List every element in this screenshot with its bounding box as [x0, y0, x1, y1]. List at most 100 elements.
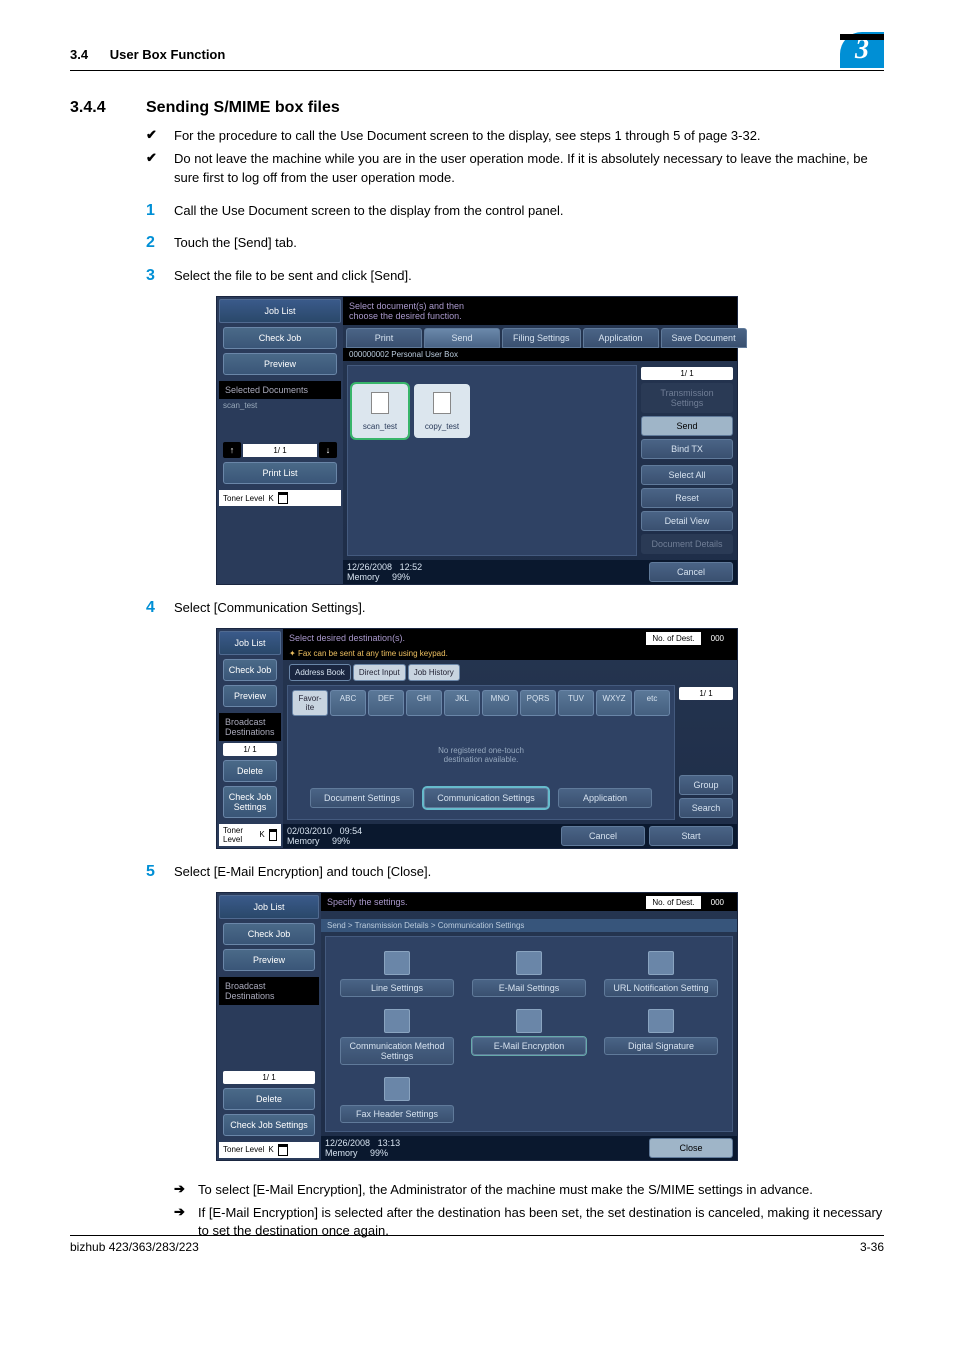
email-encryption-icon: [516, 1009, 542, 1033]
file-thumb-scan-test[interactable]: scan_test: [352, 384, 408, 438]
url-notification-button[interactable]: URL Notification Setting: [604, 979, 718, 997]
digital-signature-icon: [648, 1009, 674, 1033]
email-settings-button[interactable]: E-Mail Settings: [472, 979, 586, 997]
delete-button[interactable]: Delete: [223, 760, 277, 782]
page-indicator: 1/ 1: [641, 367, 733, 380]
check-job-settings-button[interactable]: Check Job Settings: [223, 786, 277, 818]
brand-accent: [840, 34, 884, 40]
key-etc[interactable]: etc: [634, 690, 670, 716]
check-job-button[interactable]: Check Job: [223, 327, 337, 349]
step-number: 5: [146, 863, 174, 882]
key-pqrs[interactable]: PQRS: [520, 690, 556, 716]
key-abc[interactable]: ABC: [330, 690, 366, 716]
start-button[interactable]: Start: [649, 826, 733, 846]
fax-header-button[interactable]: Fax Header Settings: [340, 1105, 454, 1123]
check-job-button[interactable]: Check Job: [223, 659, 277, 681]
bullet-text: Do not leave the machine while you are i…: [174, 150, 884, 188]
tab-save-document[interactable]: Save Document: [661, 328, 747, 348]
key-wxyz[interactable]: WXYZ: [596, 690, 632, 716]
footer-page: 3-36: [860, 1240, 884, 1254]
key-ghi[interactable]: GHI: [406, 690, 442, 716]
step-2: 2 Touch the [Send] tab.: [146, 234, 884, 253]
tab-filing-settings[interactable]: Filing Settings: [502, 328, 581, 348]
page-indicator: 1/ 1: [679, 687, 733, 700]
toner-bar-icon: [269, 829, 277, 841]
screenshot-communication-settings: Job List Check Job Preview Broadcast Des…: [216, 892, 738, 1161]
delete-button[interactable]: Delete: [223, 1088, 315, 1110]
cancel-button[interactable]: Cancel: [649, 562, 733, 582]
key-jkl[interactable]: JKL: [444, 690, 480, 716]
chip-label: No. of Dest.: [646, 896, 700, 909]
thumb-label: scan_test: [363, 422, 397, 431]
file-thumb-copy-test[interactable]: copy_test: [414, 384, 470, 438]
close-button[interactable]: Close: [649, 1138, 733, 1158]
toner-label: Toner Level: [223, 826, 255, 844]
preview-button[interactable]: Preview: [223, 949, 315, 971]
selected-documents-label: Selected Documents: [219, 381, 341, 399]
status-date: 12/26/2008: [325, 1138, 370, 1148]
screenshot-use-document: Job List Check Job Preview Selected Docu…: [216, 296, 738, 585]
toner-k-label: K: [259, 830, 264, 839]
bullet-item: ✔ Do not leave the machine while you are…: [146, 150, 884, 188]
nav-up-icon[interactable]: ↑: [223, 442, 241, 458]
step-text: Select [E-Mail Encryption] and touch [Cl…: [174, 863, 431, 882]
detail-view-button[interactable]: Detail View: [641, 511, 733, 531]
select-all-button[interactable]: Select All: [641, 465, 733, 485]
status-memory-label: Memory: [325, 1148, 358, 1158]
preview-button[interactable]: Preview: [223, 353, 337, 375]
page-icon: [433, 392, 451, 414]
cancel-button[interactable]: Cancel: [561, 826, 645, 846]
check-job-button[interactable]: Check Job: [223, 923, 315, 945]
job-list-button[interactable]: Job List: [219, 299, 341, 323]
key-tuv[interactable]: TUV: [558, 690, 594, 716]
tab-send[interactable]: Send: [424, 328, 500, 348]
check-job-settings-button[interactable]: Check Job Settings: [223, 1114, 315, 1136]
tab-direct-input[interactable]: Direct Input: [353, 664, 406, 681]
document-details-button[interactable]: Document Details: [641, 534, 733, 554]
step-1: 1 Call the Use Document screen to the di…: [146, 202, 884, 221]
comm-method-button[interactable]: Communication Method Settings: [340, 1037, 454, 1065]
preview-button[interactable]: Preview: [223, 685, 277, 707]
application-button[interactable]: Application: [558, 788, 652, 808]
nav-down-icon[interactable]: ↓: [319, 442, 337, 458]
tab-address-book[interactable]: Address Book: [289, 664, 351, 681]
key-mno[interactable]: MNO: [482, 690, 518, 716]
search-button[interactable]: Search: [679, 798, 733, 818]
digital-signature-button[interactable]: Digital Signature: [604, 1037, 718, 1055]
job-list-button[interactable]: Job List: [219, 631, 281, 655]
reset-button[interactable]: Reset: [641, 488, 733, 508]
section-num: 3.4.4: [70, 99, 146, 117]
section-heading: 3.4.4 Sending S/MIME box files: [70, 99, 884, 117]
header-section-num: 3.4: [70, 47, 88, 62]
step-text: Call the Use Document screen to the disp…: [174, 202, 563, 221]
job-list-button[interactable]: Job List: [219, 895, 319, 919]
email-encryption-button[interactable]: E-Mail Encryption: [472, 1037, 586, 1055]
line-settings-button[interactable]: Line Settings: [340, 979, 454, 997]
no-destination-message: No registered one-touch destination avai…: [288, 720, 674, 784]
bind-tx-button[interactable]: Bind TX: [641, 439, 733, 459]
nav-page-indicator: 1/ 1: [223, 1071, 315, 1084]
comm-method-icon: [384, 1009, 410, 1033]
group-button[interactable]: Group: [679, 775, 733, 795]
note-item: ➔ To select [E-Mail Encryption], the Adm…: [174, 1181, 884, 1200]
toner-level-meter: Toner Level K: [219, 490, 341, 506]
tab-application[interactable]: Application: [583, 328, 659, 348]
footer-model: bizhub 423/363/283/223: [70, 1240, 199, 1254]
print-list-button[interactable]: Print List: [223, 462, 337, 484]
toner-k-label: K: [268, 494, 273, 503]
page-header: 3.4 User Box Function 3: [70, 40, 884, 71]
transmission-settings-button[interactable]: Transmission Settings: [641, 383, 733, 413]
document-settings-button[interactable]: Document Settings: [310, 788, 414, 808]
box-label: 000000002 Personal User Box: [343, 348, 737, 361]
tab-job-history[interactable]: Job History: [408, 664, 460, 681]
status-memory-label: Memory: [347, 572, 380, 582]
send-button[interactable]: Send: [641, 416, 733, 436]
key-def[interactable]: DEF: [368, 690, 404, 716]
toner-level-meter: Toner Level K: [219, 1142, 319, 1158]
tab-print[interactable]: Print: [346, 328, 422, 348]
communication-settings-button[interactable]: Communication Settings: [424, 788, 548, 808]
step-text: Select the file to be sent and click [Se…: [174, 267, 412, 286]
step-text: Touch the [Send] tab.: [174, 234, 297, 253]
key-favorite[interactable]: Favor-ite: [292, 690, 328, 716]
check-icon: ✔: [146, 127, 174, 146]
